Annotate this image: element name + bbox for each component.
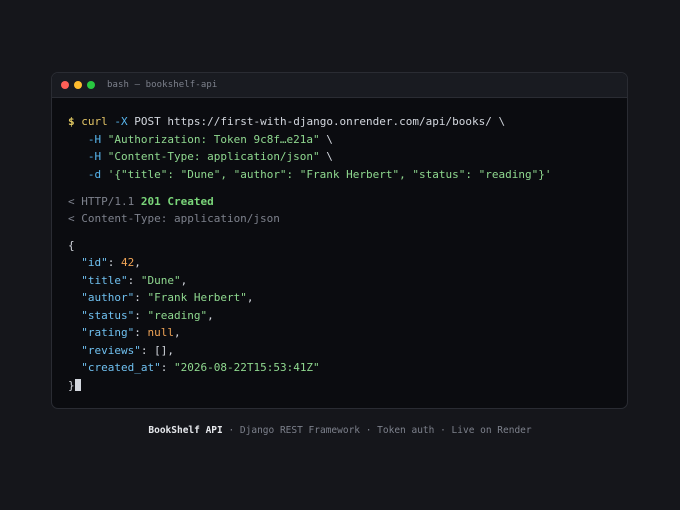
terminal-cursor [74,379,81,391]
terminal-window: bash — bookshelf-api $ curl -X POST http… [51,72,628,409]
json-value: "Dune" [140,274,181,287]
json-key: "reviews" [81,344,141,357]
json-value: [] [154,344,168,357]
header-value: "Content-Type: application/json" [107,150,320,163]
json-field: "created_at": "2026-08-22T15:53:41Z" [81,361,320,374]
json-value: null [147,326,174,339]
data-flag: -d [87,168,102,181]
command-line: $ curl -X POST https://first-with-django… [68,115,505,129]
json-field: "author": "Frank Herbert", [81,291,254,304]
footer-caption: BookShelf API · Django REST Framework · … [0,425,680,436]
response-content-type: < Content-Type: application/json [68,212,280,225]
request-body: '{"title": "Dune", "author": "Frank Herb… [107,168,552,181]
method-flag: -X [114,115,128,128]
data-line: -d '{"title": "Dune", "author": "Frank H… [68,168,552,182]
window-title: bash — bookshelf-api [107,80,218,90]
request-url: https://first-with-django.onrender.com/a… [167,115,492,128]
json-key: "rating" [81,326,135,339]
header-line: -H "Content-Type: application/json" \ [68,150,333,164]
json-key: "author" [81,291,135,304]
line-continuation: \ [326,133,333,146]
terminal-titlebar: bash — bookshelf-api [52,73,627,98]
json-key: "status" [81,309,135,322]
json-key: "id" [81,256,108,269]
line-continuation: \ [498,115,506,128]
status-prefix: < HTTP/1.1 [68,195,135,208]
prompt-symbol: $ [68,115,75,128]
json-field: "title": "Dune", [81,274,188,287]
json-key: "created_at" [81,361,161,374]
maximize-window-icon[interactable] [87,81,95,89]
json-field: "status": "reading", [81,309,214,322]
header-line: -H "Authorization: Token 9c8f…e21a" \ [68,133,333,147]
footer-details: · Django REST Framework · Token auth · L… [222,425,532,436]
json-field: "id": 42, [81,256,141,269]
json-value: "2026-08-22T15:53:41Z" [173,361,320,374]
footer-brand: BookShelf API [148,425,223,436]
json-field: "rating": null, [81,326,181,339]
status-code: 201 Created [140,195,214,208]
header-flag: -H [87,150,102,163]
terminal-output[interactable]: $ curl -X POST https://first-with-django… [68,98,617,408]
close-window-icon[interactable] [61,81,69,89]
line-continuation: \ [326,150,333,163]
response-status-line: < HTTP/1.1 201 Created [68,195,214,209]
json-open-brace: { [68,239,75,252]
minimize-window-icon[interactable] [74,81,82,89]
json-value: "reading" [147,309,208,322]
json-close-brace: } [68,379,81,393]
json-key: "title" [81,274,128,287]
http-method: POST [134,115,161,128]
json-value: 42 [121,256,135,269]
header-value: "Authorization: Token 9c8f…e21a" [107,133,320,146]
header-flag: -H [87,133,102,146]
json-field: "reviews": [], [81,344,174,357]
json-value: "Frank Herbert" [147,291,247,304]
command-name: curl [81,115,108,128]
